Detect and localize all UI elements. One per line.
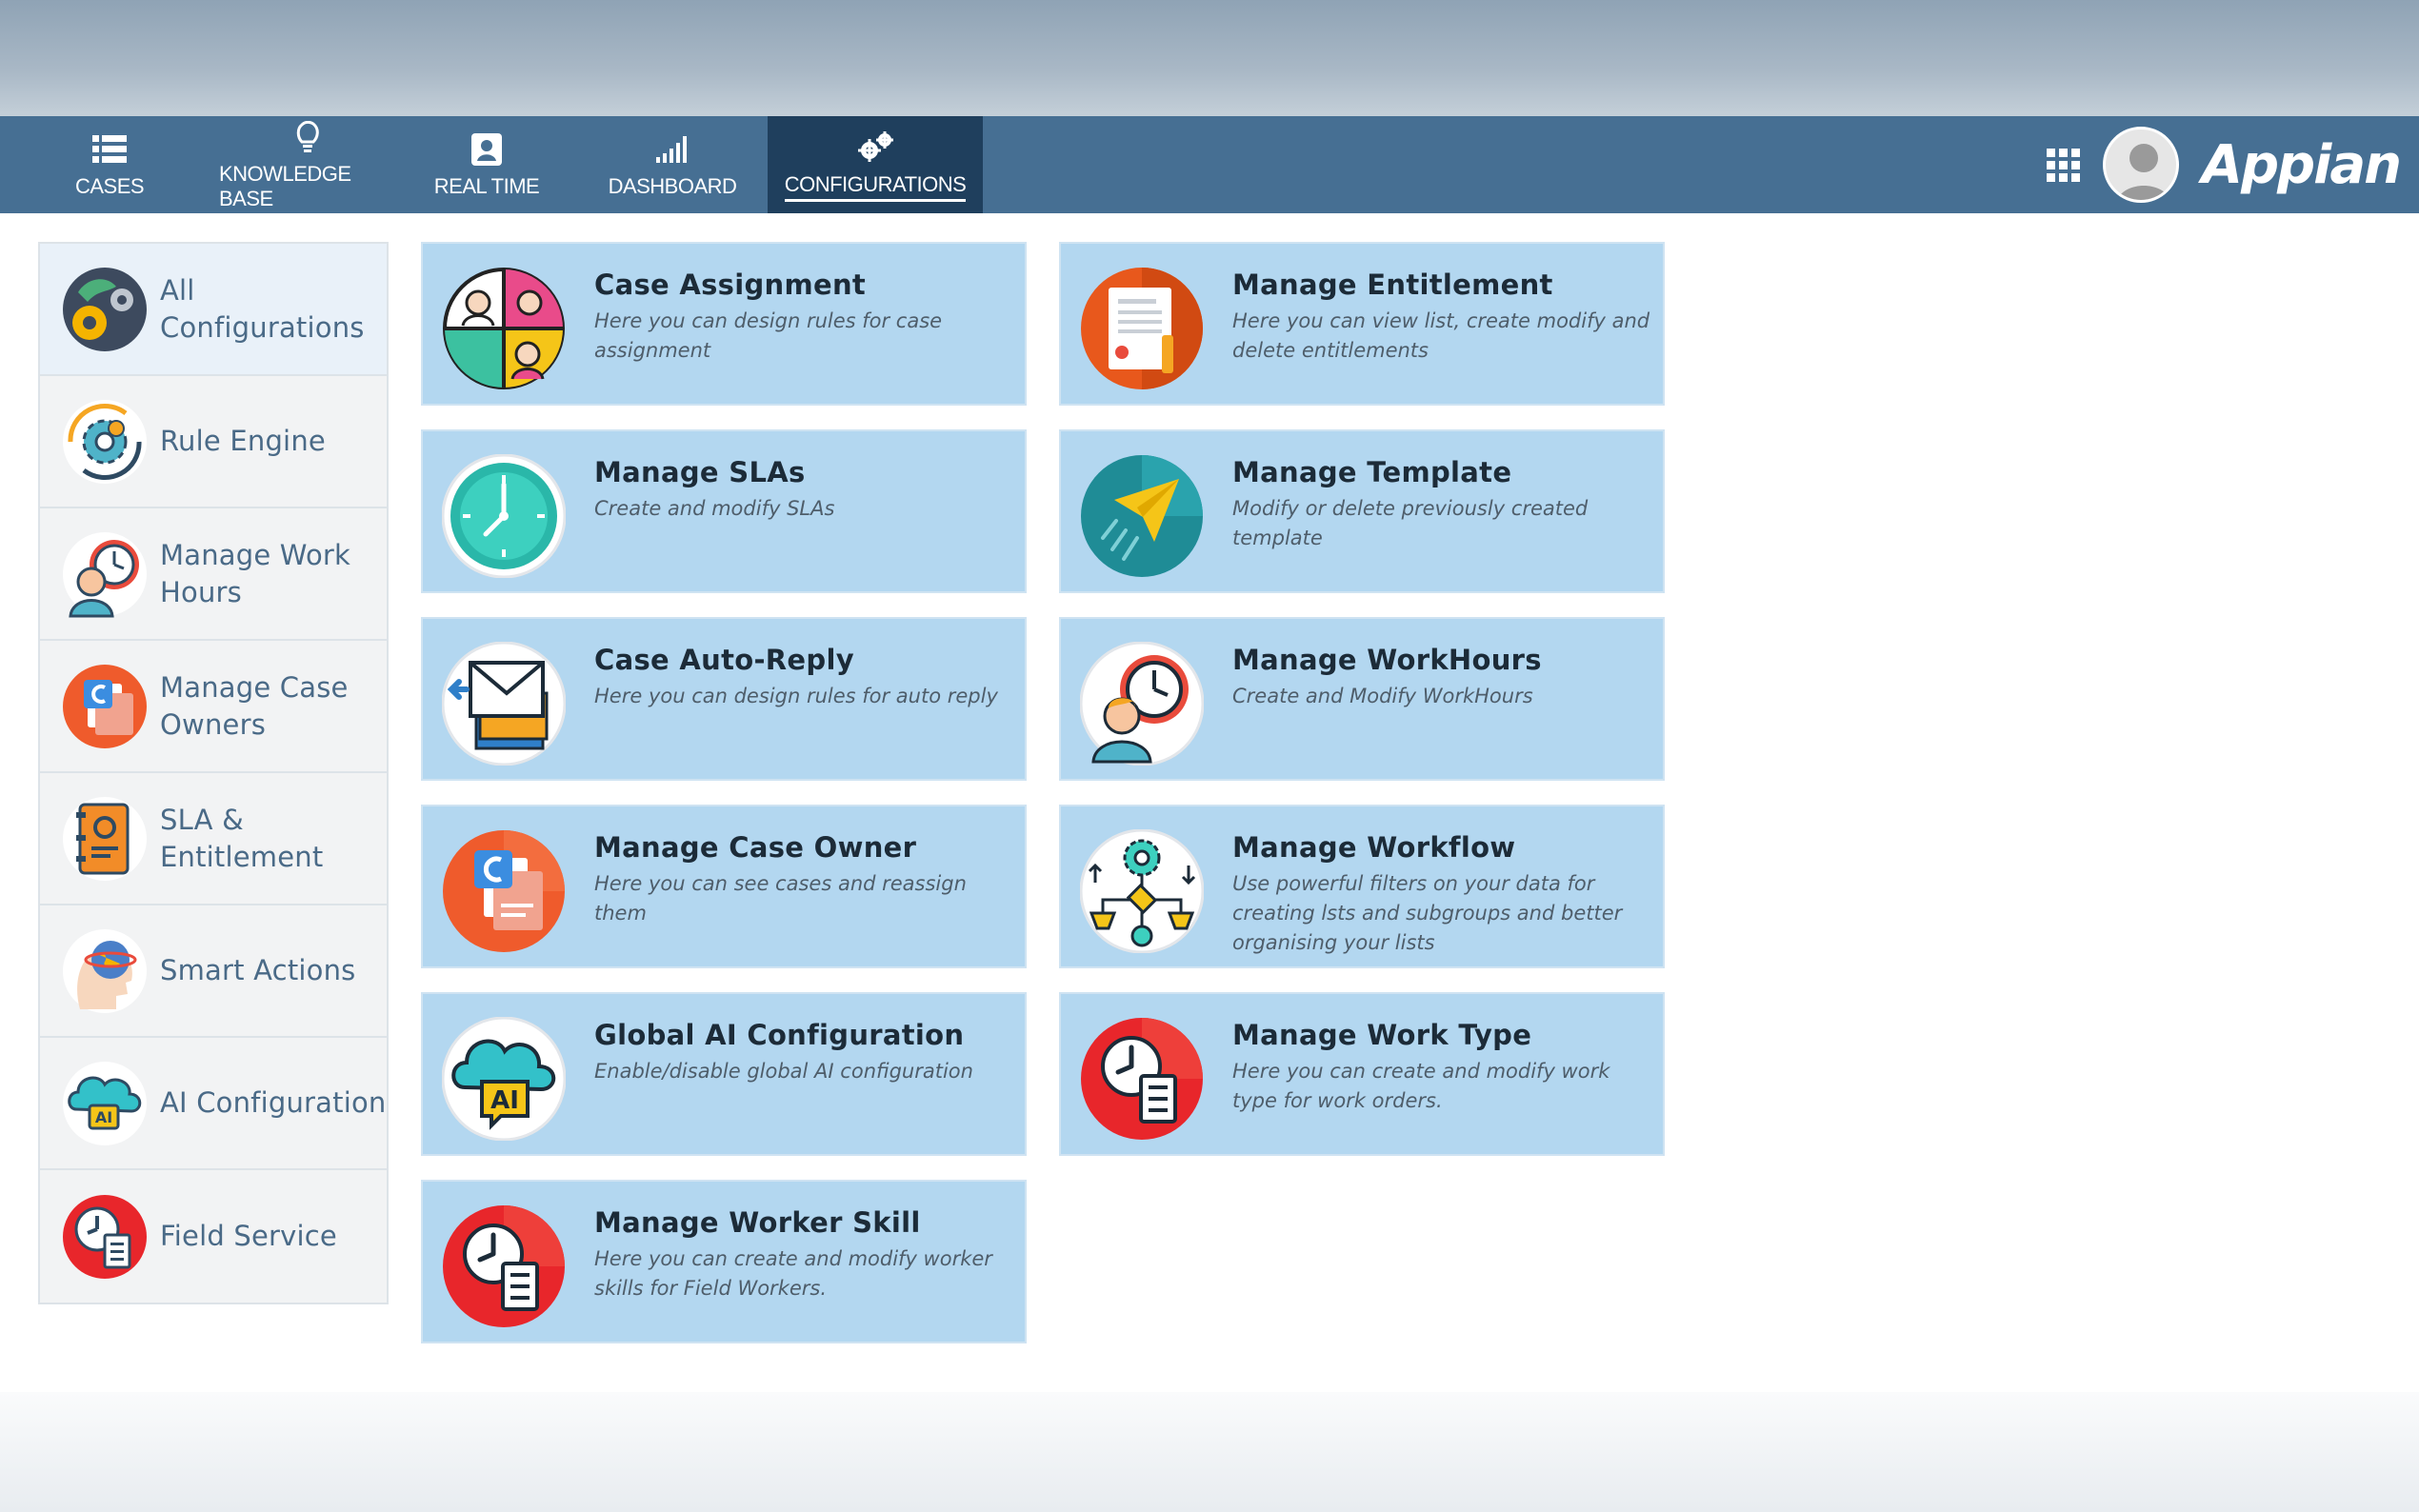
tab-cases[interactable]: CASES bbox=[0, 116, 219, 213]
card-title: Case Auto-Reply bbox=[594, 644, 854, 676]
sidebar-item-label: Manage Work Hours bbox=[160, 538, 351, 608]
card-manage-worker-skill[interactable]: Manage Worker Skill Here you can create … bbox=[421, 1180, 1027, 1343]
signal-bars-icon bbox=[656, 130, 689, 169]
sidebar: All Configurations Rule Engine Manage Wo… bbox=[38, 242, 389, 1304]
card-description: Here you can create and modify worker sk… bbox=[594, 1247, 992, 1300]
sidebar-item-field-service[interactable]: Field Service bbox=[40, 1170, 387, 1303]
svg-text:AI: AI bbox=[490, 1086, 519, 1115]
card-title: Manage Case Owner bbox=[594, 831, 917, 864]
card-title: Manage Work Type bbox=[1232, 1019, 1532, 1051]
footer-background bbox=[0, 1392, 2419, 1512]
case-document-icon bbox=[63, 664, 147, 748]
tab-real-time[interactable]: REAL TIME bbox=[396, 116, 577, 213]
top-navigation-bar: CASES KNOWLEDGE BASE REAL TIME DASHBOARD bbox=[0, 116, 2419, 213]
sidebar-item-label: Manage Case Owners bbox=[160, 670, 349, 741]
sidebar-item-all-configurations[interactable]: All Configurations bbox=[40, 244, 387, 376]
card-description: Modify or delete previously created temp… bbox=[1232, 497, 1589, 549]
head-globe-icon bbox=[63, 928, 147, 1013]
sidebar-item-sla-entitlement[interactable]: SLA & Entitlement bbox=[40, 773, 387, 905]
card-description: Use powerful filters on your data for cr… bbox=[1232, 872, 1623, 954]
sidebar-item-manage-work-hours[interactable]: Manage Work Hours bbox=[40, 508, 387, 641]
card-description: Here you can create and modify work type… bbox=[1232, 1060, 1610, 1112]
sidebar-item-rule-engine[interactable]: Rule Engine bbox=[40, 376, 387, 508]
envelope-reply-icon bbox=[442, 642, 566, 766]
tab-label: CONFIGURATIONS bbox=[784, 172, 967, 202]
clock-checklist-icon bbox=[63, 1194, 147, 1279]
avatar[interactable] bbox=[2102, 127, 2179, 203]
card-description: Here you can design rules for auto reply bbox=[594, 685, 998, 707]
clock-icon bbox=[442, 454, 566, 578]
person-clock-icon bbox=[1080, 642, 1204, 766]
tab-label: KNOWLEDGE BASE bbox=[219, 162, 351, 210]
sidebar-item-manage-case-owners[interactable]: Manage Case Owners bbox=[40, 641, 387, 773]
card-description: Here you can view list, create modify an… bbox=[1232, 309, 1650, 362]
card-title: Manage WorkHours bbox=[1232, 644, 1542, 676]
card-description: Enable/disable global AI configuration bbox=[594, 1060, 973, 1083]
person-clock-icon bbox=[63, 531, 147, 617]
sidebar-item-label: AI Configuration bbox=[160, 1086, 387, 1119]
card-title: Manage Workflow bbox=[1232, 831, 1516, 864]
card-title: Global AI Configuration bbox=[594, 1019, 965, 1051]
certificate-document-icon bbox=[1081, 268, 1203, 389]
card-case-auto-reply[interactable]: Case Auto-Reply Here you can design rule… bbox=[421, 617, 1027, 781]
card-description: Create and Modify WorkHours bbox=[1232, 685, 1533, 707]
card-title: Manage Entitlement bbox=[1232, 269, 1553, 301]
case-document-icon bbox=[443, 830, 565, 952]
card-title: Manage Template bbox=[1232, 456, 1512, 488]
card-global-ai-configuration[interactable]: AI Global AI Configuration Enable/disabl… bbox=[421, 992, 1027, 1156]
card-description: Create and modify SLAs bbox=[594, 497, 835, 520]
gears-globe-icon bbox=[63, 267, 147, 351]
ai-cloud-icon: AI bbox=[442, 1017, 566, 1141]
sidebar-item-label: All Configurations bbox=[160, 273, 365, 344]
card-title: Case Assignment bbox=[594, 269, 867, 301]
gear-cycle-icon bbox=[63, 399, 147, 484]
sidebar-item-ai-configuration[interactable]: AI AI Configuration bbox=[40, 1038, 387, 1170]
sidebar-item-label: Smart Actions bbox=[160, 954, 356, 986]
clock-checklist-icon bbox=[443, 1205, 565, 1327]
sidebar-item-label: SLA & Entitlement bbox=[160, 803, 324, 873]
list-icon bbox=[92, 130, 127, 169]
card-manage-case-owner[interactable]: Manage Case Owner Here you can see cases… bbox=[421, 805, 1027, 968]
sidebar-item-label: Rule Engine bbox=[160, 425, 326, 457]
sidebar-item-smart-actions[interactable]: Smart Actions bbox=[40, 905, 387, 1038]
lightbulb-icon bbox=[296, 118, 319, 156]
card-case-assignment[interactable]: Case Assignment Here you can design rule… bbox=[421, 242, 1027, 406]
header-background bbox=[0, 0, 2419, 118]
gears-icon bbox=[856, 129, 894, 167]
user-area: Appian bbox=[2046, 116, 2402, 213]
tab-label: DASHBOARD bbox=[608, 174, 737, 198]
clock-checklist-icon bbox=[1081, 1018, 1203, 1140]
card-title: Manage Worker Skill bbox=[594, 1206, 921, 1239]
tab-dashboard[interactable]: DASHBOARD bbox=[577, 116, 768, 213]
paper-plane-icon bbox=[1081, 455, 1203, 577]
contact-book-icon bbox=[63, 796, 147, 881]
contact-card-icon bbox=[471, 130, 502, 169]
card-manage-template[interactable]: Manage Template Modify or delete previou… bbox=[1059, 429, 1665, 593]
card-manage-work-type[interactable]: Manage Work Type Here you can create and… bbox=[1059, 992, 1665, 1156]
workflow-gear-icon bbox=[1080, 829, 1204, 953]
svg-text:AI: AI bbox=[95, 1108, 112, 1126]
tab-configurations[interactable]: CONFIGURATIONS bbox=[768, 116, 983, 213]
card-manage-workflow[interactable]: Manage Workflow Use powerful filters on … bbox=[1059, 805, 1665, 968]
card-manage-entitlement[interactable]: Manage Entitlement Here you can view lis… bbox=[1059, 242, 1665, 406]
card-description: Here you can see cases and reassign them bbox=[594, 872, 967, 925]
tab-label: REAL TIME bbox=[433, 174, 540, 198]
card-manage-workhours[interactable]: Manage WorkHours Create and Modify WorkH… bbox=[1059, 617, 1665, 781]
ai-cloud-icon: AI bbox=[63, 1061, 147, 1145]
tab-label: CASES bbox=[74, 174, 145, 198]
card-manage-slas[interactable]: Manage SLAs Create and modify SLAs bbox=[421, 429, 1027, 593]
tab-knowledge-base[interactable]: KNOWLEDGE BASE bbox=[219, 116, 396, 213]
card-description: Here you can design rules for case assig… bbox=[594, 309, 943, 362]
people-assignment-icon bbox=[443, 268, 565, 389]
card-title: Manage SLAs bbox=[594, 456, 806, 488]
brand-logo[interactable]: Appian bbox=[2202, 134, 2402, 196]
sidebar-item-label: Field Service bbox=[160, 1220, 337, 1252]
app-launcher-icon[interactable] bbox=[2046, 148, 2080, 182]
